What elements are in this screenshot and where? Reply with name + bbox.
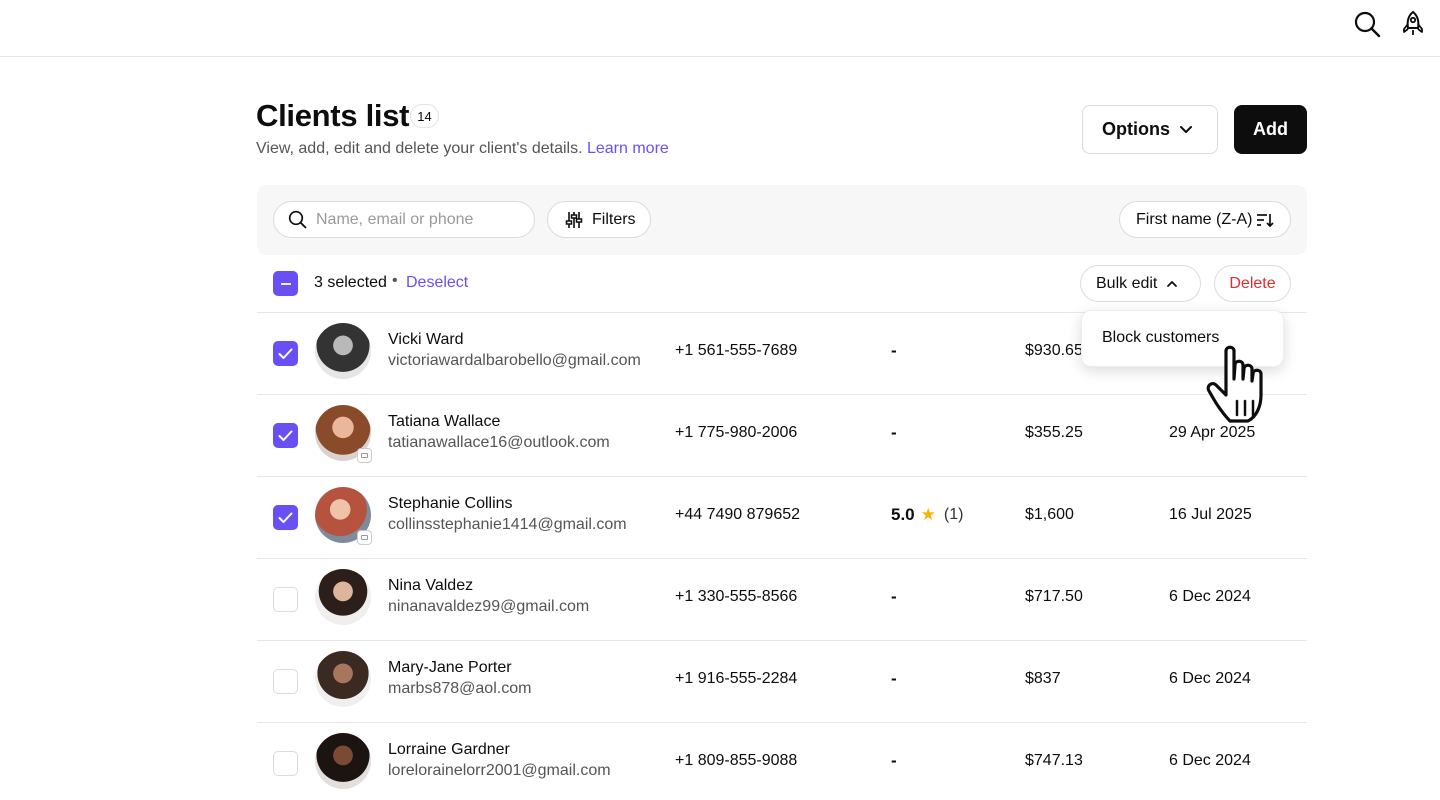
client-rating: 5.0 ★ (1) [891, 505, 963, 525]
client-spend: $747.13 [1025, 752, 1083, 769]
client-phone: +1 330-555-8566 [675, 588, 798, 605]
avatar [315, 733, 371, 789]
client-email: lorelorainelorr2001@gmail.com [388, 762, 611, 779]
client-phone: +44 7490 879652 [675, 506, 801, 523]
sort-label: First name (Z-A) [1136, 210, 1253, 228]
menu-item-block-customers[interactable]: Block customers [1102, 329, 1219, 347]
minus-icon [280, 282, 291, 285]
row-checkbox[interactable] [273, 505, 298, 530]
avatar [315, 323, 371, 379]
hand-pointer-icon [1206, 345, 1263, 423]
client-spend: $355.25 [1025, 424, 1083, 441]
rating-value: - [891, 423, 897, 442]
row-checkbox[interactable] [273, 423, 298, 448]
filter-bar: Filters First name (Z-A) [257, 185, 1307, 255]
delete-button[interactable]: Delete [1214, 265, 1291, 302]
table-row[interactable]: Tatiana Wallace tatianawallace16@outlook.… [257, 395, 1307, 477]
options-button[interactable]: Options [1082, 105, 1218, 154]
client-rating: - [891, 423, 897, 443]
rating-count: (1) [943, 506, 964, 523]
client-email: victoriawardalbarobello@gmail.com [388, 352, 641, 369]
selected-count: 3 selected [314, 274, 387, 291]
row-checkbox[interactable] [273, 751, 298, 776]
star-icon: ★ [920, 505, 936, 524]
search-input[interactable] [316, 210, 516, 229]
rating-value: - [891, 751, 897, 770]
filters-label: Filters [592, 210, 636, 228]
client-name: Tatiana Wallace [388, 413, 501, 430]
client-email: tatianawallace16@outlook.com [388, 434, 610, 451]
row-checkbox[interactable] [273, 587, 298, 612]
rocket-icon[interactable] [1399, 10, 1427, 38]
client-date: 6 Dec 2024 [1169, 588, 1251, 605]
avatar-badge-icon [357, 448, 372, 463]
search-icon[interactable] [1353, 10, 1381, 38]
client-phone: +1 809-855-9088 [675, 752, 798, 769]
client-phone: +1 916-555-2284 [675, 670, 798, 687]
client-rating: - [891, 587, 897, 607]
client-email: ninanavaldez99@gmail.com [388, 598, 590, 615]
client-date: 16 Jul 2025 [1169, 506, 1252, 523]
client-date: 6 Dec 2024 [1169, 752, 1251, 769]
row-checkbox[interactable] [273, 341, 298, 366]
rating-value: 5.0 [891, 505, 915, 524]
top-bar [0, 0, 1440, 57]
bulk-edit-button[interactable]: Bulk edit [1080, 265, 1201, 302]
rating-value: - [891, 587, 897, 606]
rating-value: - [891, 341, 897, 360]
client-rating: - [891, 341, 897, 361]
table-row[interactable]: Nina Valdez ninanavaldez99@gmail.com +1 33… [257, 559, 1307, 641]
search-field[interactable] [273, 201, 535, 238]
client-name: Lorraine Gardner [388, 741, 510, 758]
client-email: marbs878@aol.com [388, 680, 532, 697]
separator-dot: • [392, 272, 398, 289]
avatar-badge-icon [357, 530, 372, 545]
avatar [315, 651, 371, 707]
client-name: Mary-Jane Porter [388, 659, 512, 676]
sort-button[interactable]: First name (Z-A) [1119, 201, 1291, 238]
chevron-down-icon [1180, 126, 1192, 133]
sort-icon [1257, 214, 1274, 228]
client-name: Vicki Ward [388, 331, 464, 348]
learn-more-link[interactable]: Learn more [587, 140, 669, 157]
sliders-icon [565, 211, 583, 228]
table-row[interactable]: Lorraine Gardner lorelorainelorr2001@gmai… [257, 723, 1307, 800]
client-spend: $930.65 [1025, 342, 1083, 359]
client-email: collinsstephanie1414@gmail.com [388, 516, 627, 533]
table-row[interactable]: Stephanie Collins collinsstephanie1414@gm… [257, 477, 1307, 559]
subtitle-text: View, add, edit and delete your client's… [256, 140, 583, 157]
check-icon [278, 512, 293, 523]
select-all-checkbox[interactable] [273, 271, 298, 296]
deselect-link[interactable]: Deselect [406, 274, 468, 292]
rating-value: - [891, 669, 897, 688]
page-title: Clients list [256, 98, 410, 133]
client-name: Stephanie Collins [388, 495, 513, 512]
client-count-badge: 14 [410, 104, 439, 128]
bulk-edit-label: Bulk edit [1096, 274, 1158, 292]
client-rating: - [891, 751, 897, 771]
check-icon [278, 348, 293, 359]
chevron-up-icon [1167, 281, 1177, 287]
filters-button[interactable]: Filters [547, 201, 651, 238]
avatar [315, 569, 371, 625]
client-spend: $1,600 [1025, 506, 1074, 523]
client-spend: $717.50 [1025, 588, 1083, 605]
client-rating: - [891, 669, 897, 689]
add-client-button[interactable]: Add [1234, 105, 1307, 154]
search-icon [288, 210, 307, 229]
client-name: Nina Valdez [388, 577, 474, 594]
client-phone: +1 561-555-7689 [675, 342, 798, 359]
table-row[interactable]: Mary-Jane Porter marbs878@aol.com +1 916-5… [257, 641, 1307, 723]
check-icon [278, 430, 293, 441]
client-date: 6 Dec 2024 [1169, 670, 1251, 687]
page-subtitle: View, add, edit and delete your client's… [256, 140, 669, 158]
client-spend: $837 [1025, 670, 1061, 687]
row-checkbox[interactable] [273, 669, 298, 694]
options-label: Options [1102, 119, 1170, 139]
client-phone: +1 775-980-2006 [675, 424, 798, 441]
